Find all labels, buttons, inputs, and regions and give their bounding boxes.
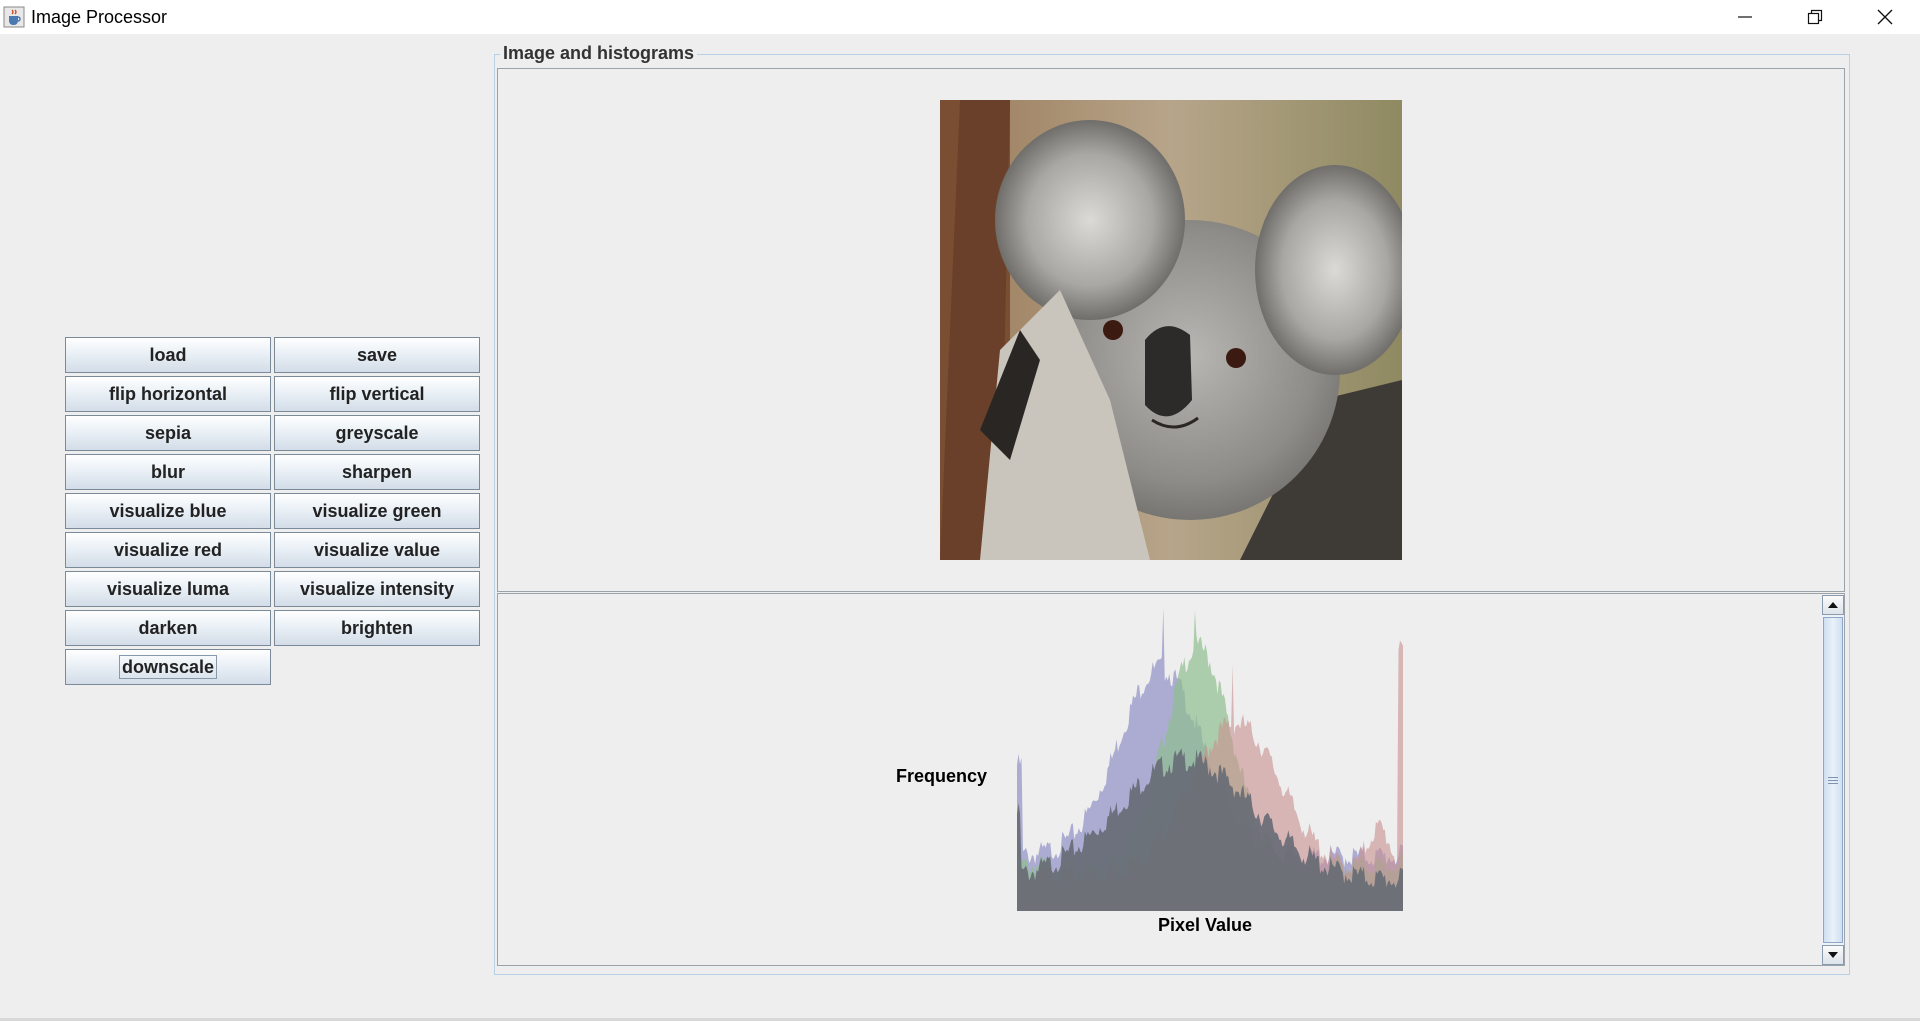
sharpen-button[interactable]: sharpen [274, 454, 480, 490]
scroll-grip-icon [1828, 776, 1838, 784]
flip-vertical-label: flip vertical [329, 383, 425, 404]
java-cup-icon [3, 6, 25, 28]
restore-icon [1807, 9, 1823, 25]
title-bar: Image Processor [0, 0, 1920, 34]
restore-button[interactable] [1780, 0, 1850, 34]
flip-horizontal-label: flip horizontal [109, 383, 227, 404]
blur-label: blur [151, 461, 185, 482]
load-button[interactable]: load [65, 337, 271, 373]
load-button-label: load [149, 344, 187, 365]
minimize-button[interactable] [1710, 0, 1780, 34]
scroll-down-button[interactable] [1822, 945, 1844, 965]
visualize-value-button[interactable]: visualize value [274, 532, 480, 568]
visualize-blue-label: visualize blue [109, 500, 227, 521]
histogram-intensity-area [1017, 748, 1403, 911]
visualize-red-label: visualize red [113, 539, 223, 560]
close-icon [1877, 9, 1893, 25]
sepia-button[interactable]: sepia [65, 415, 271, 451]
darken-label: darken [138, 617, 198, 638]
visualize-luma-label: visualize luma [106, 578, 230, 599]
minimize-icon [1738, 16, 1752, 18]
histogram-chart [1017, 608, 1403, 911]
histogram-y-label: Frequency [896, 766, 988, 786]
visualize-intensity-label: visualize intensity [299, 578, 455, 599]
sharpen-label: sharpen [341, 461, 413, 482]
histogram-x-label: Pixel Value [1158, 915, 1253, 935]
histogram-scrollbar[interactable] [1822, 595, 1844, 965]
downscale-button[interactable]: downscale [65, 649, 271, 685]
flip-horizontal-button[interactable]: flip horizontal [65, 376, 271, 412]
visualize-green-button[interactable]: visualize green [274, 493, 480, 529]
histogram-intensity-series [1017, 748, 1403, 911]
save-button-label: save [356, 344, 398, 365]
close-button[interactable] [1850, 0, 1920, 34]
blur-button[interactable]: blur [65, 454, 271, 490]
visualize-green-label: visualize green [312, 500, 442, 521]
group-title: Image and histograms [500, 43, 698, 64]
sepia-label: sepia [144, 422, 192, 443]
greyscale-label: greyscale [335, 422, 419, 443]
scroll-thumb[interactable] [1823, 617, 1843, 943]
brighten-label: brighten [341, 617, 413, 638]
visualize-value-label: visualize value [313, 539, 441, 560]
scroll-up-arrow-icon [1828, 602, 1838, 608]
visualize-blue-button[interactable]: visualize blue [65, 493, 271, 529]
flip-vertical-button[interactable]: flip vertical [274, 376, 480, 412]
scroll-down-arrow-icon [1828, 952, 1838, 958]
window-title: Image Processor [31, 7, 168, 27]
visualize-intensity-button[interactable]: visualize intensity [274, 571, 480, 607]
brighten-button[interactable]: brighten [274, 610, 480, 646]
save-button[interactable]: save [274, 337, 480, 373]
scroll-up-button[interactable] [1822, 595, 1844, 615]
darken-button[interactable]: darken [65, 610, 271, 646]
visualize-luma-button[interactable]: visualize luma [65, 571, 271, 607]
koala-image [940, 100, 1402, 560]
visualize-red-button[interactable]: visualize red [65, 532, 271, 568]
greyscale-button[interactable]: greyscale [274, 415, 480, 451]
downscale-label: downscale [118, 655, 218, 679]
